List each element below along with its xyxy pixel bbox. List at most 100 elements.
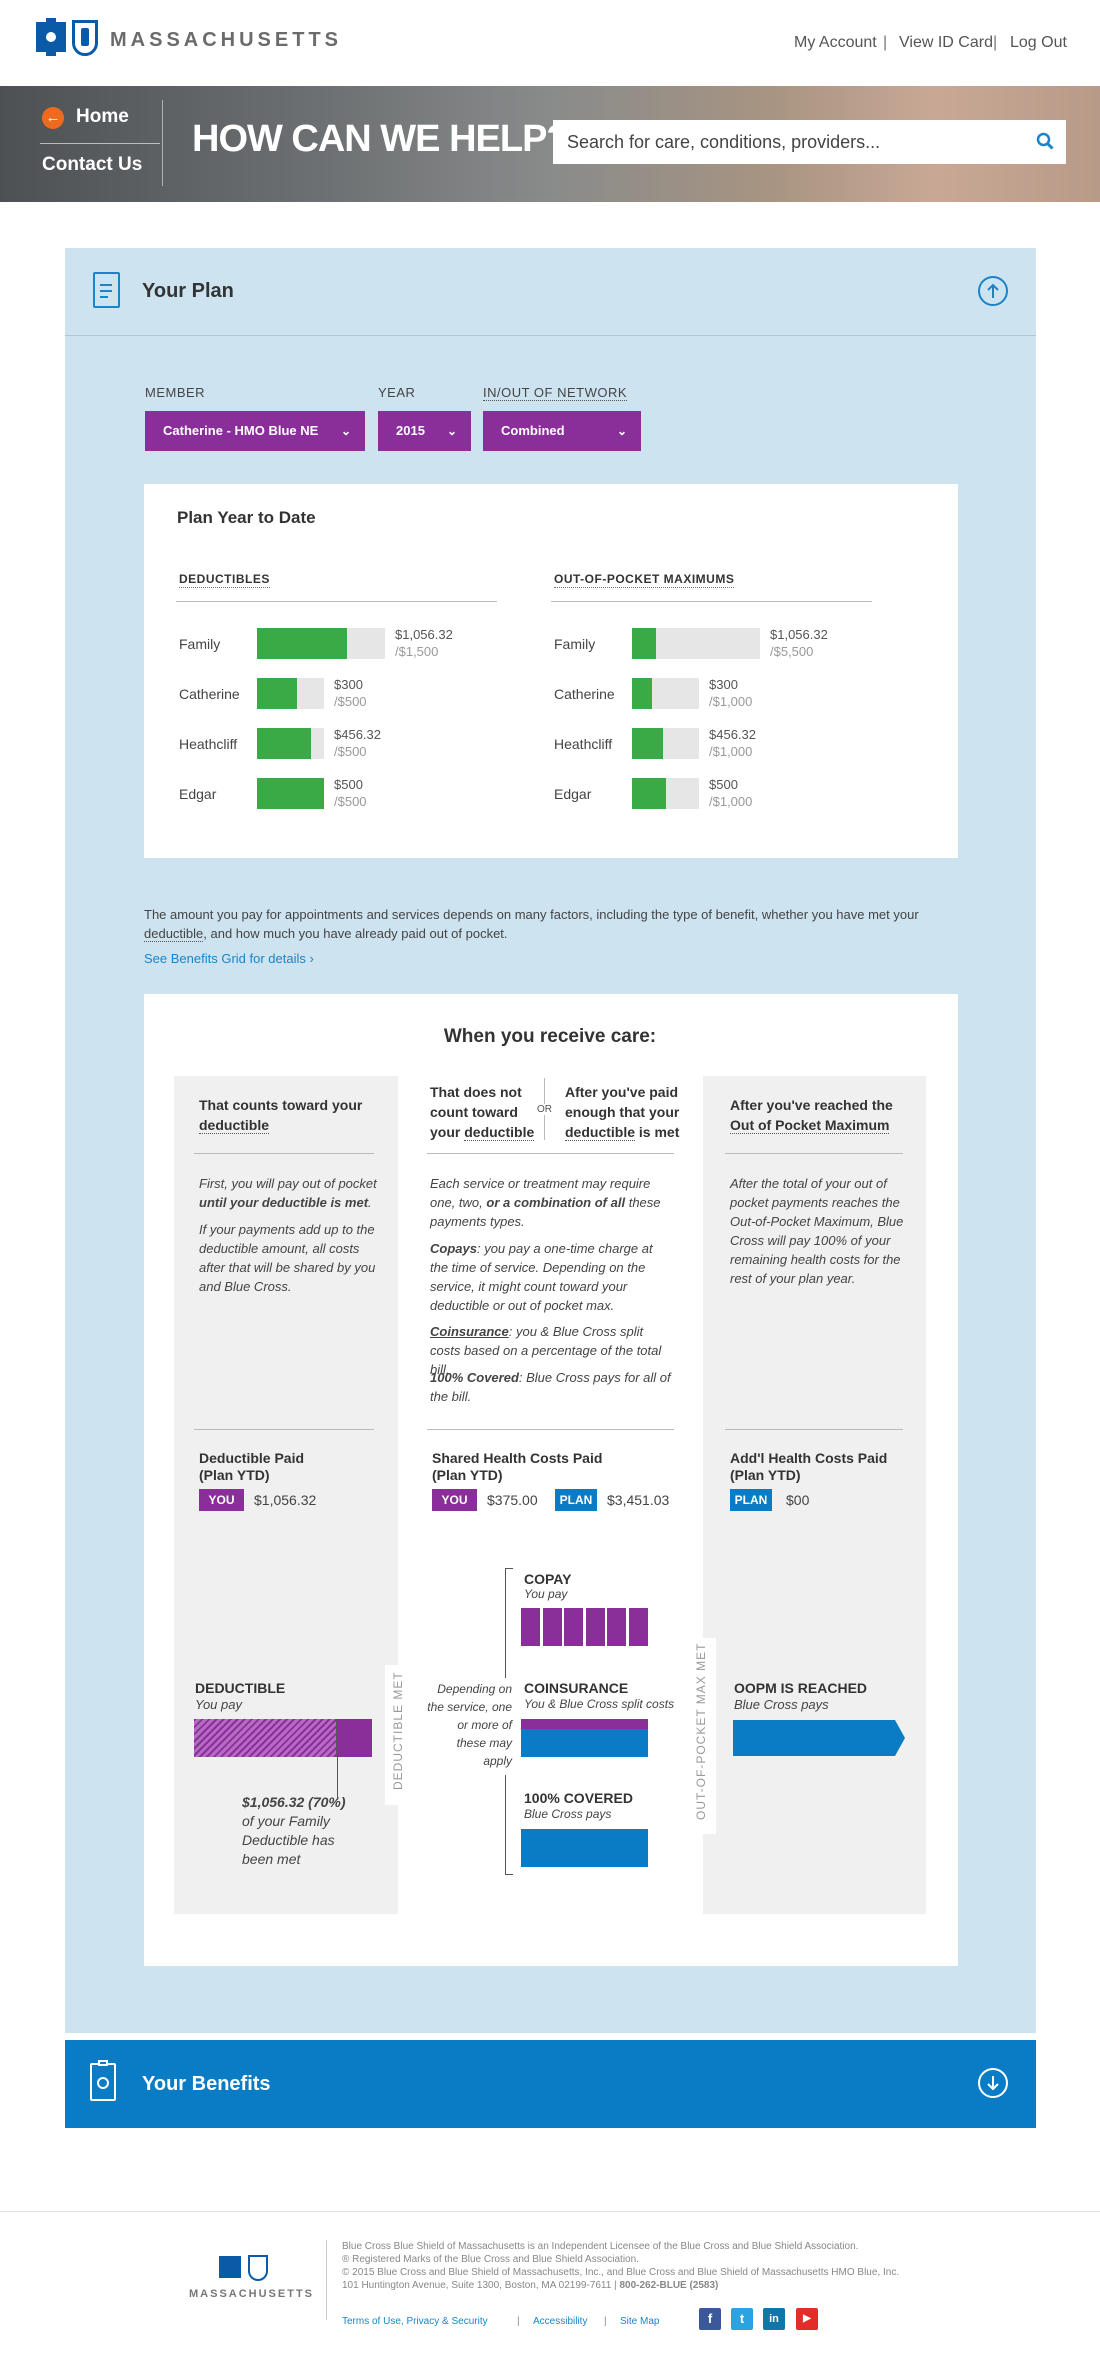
shared-costs-title: Shared Health Costs Paid (Plan YTD) bbox=[432, 1450, 602, 1484]
oopm-title: OOPM IS REACHED bbox=[734, 1680, 868, 1696]
copay-bars bbox=[521, 1608, 648, 1646]
footer-phone[interactable]: 800-262-BLUE (2583) bbox=[619, 2280, 718, 2291]
deductible-term[interactable]: deductible bbox=[565, 1124, 636, 1141]
covered-sub: Blue Cross pays bbox=[524, 1807, 612, 1821]
addl-costs-title-2: (Plan YTD) bbox=[730, 1467, 801, 1483]
member-select[interactable]: Catherine - HMO Blue NE ⌄ bbox=[145, 411, 365, 451]
deductible-amount-limit: /$1,500 bbox=[395, 644, 439, 659]
oop-progress-fill bbox=[632, 728, 663, 759]
link-separator: | bbox=[883, 34, 888, 51]
youtube-icon[interactable]: ▶ bbox=[796, 2308, 818, 2330]
footer-divider bbox=[0, 2211, 1100, 2212]
deductible-paid-title: Deductible Paid (Plan YTD) bbox=[199, 1450, 304, 1484]
linkedin-icon[interactable]: in bbox=[763, 2308, 785, 2330]
blue-shield-logo-icon[interactable] bbox=[72, 20, 98, 56]
deductible-amount-limit: /$500 bbox=[334, 694, 367, 709]
search-box[interactable] bbox=[553, 120, 1066, 164]
deductibles-title: DEDUCTIBLES bbox=[179, 572, 270, 588]
footer-address: 101 Huntington Avenue, Suite 1300, Bosto… bbox=[342, 2280, 617, 2291]
deductible-amount-paid: $1,056.32 bbox=[395, 627, 453, 642]
depending-note: Depending on the service, one or more of… bbox=[420, 1680, 512, 1770]
oop-max-term[interactable]: Out of Pocket Maximum bbox=[730, 1117, 890, 1134]
col2-divider bbox=[427, 1153, 674, 1154]
collapse-up-icon[interactable] bbox=[978, 276, 1008, 306]
col1-text-1a: First, you will pay out of pocket bbox=[199, 1176, 377, 1191]
plan-badge: PLAN bbox=[555, 1489, 597, 1511]
footer-link-separator: | bbox=[604, 2316, 607, 2327]
deductible-term[interactable]: deductible bbox=[464, 1124, 535, 1141]
oop-amount-paid: $500 bbox=[709, 777, 738, 792]
blue-cross-logo-icon[interactable] bbox=[36, 18, 66, 56]
network-label: IN/OUT OF NETWORK bbox=[483, 385, 628, 401]
depending-3: or more of bbox=[457, 1718, 512, 1732]
deductible-bar-fill bbox=[194, 1719, 336, 1757]
footer-shield-logo-icon bbox=[248, 2255, 268, 2281]
oop-row-name: Family bbox=[554, 636, 596, 652]
col1-heading: That counts toward your deductible bbox=[199, 1095, 379, 1135]
oop-progress-fill bbox=[632, 628, 656, 659]
deductible-amount-paid: $456.32 bbox=[334, 727, 381, 742]
col2-heading-a1: That does not bbox=[430, 1084, 522, 1100]
chevron-down-icon: ⌄ bbox=[446, 424, 457, 438]
deductible-progress-bar bbox=[257, 678, 324, 709]
deductible-progress-fill bbox=[257, 778, 324, 809]
search-icon[interactable] bbox=[1036, 132, 1054, 150]
col2-heading-b: After you've paid enough that your deduc… bbox=[565, 1082, 685, 1142]
year-select[interactable]: 2015 ⌄ bbox=[378, 411, 471, 451]
description-text-rest: , and how much you have already paid out… bbox=[203, 926, 508, 941]
deductible-diagram-title: DEDUCTIBLE bbox=[195, 1680, 286, 1696]
footer-link-separator: | bbox=[517, 2316, 520, 2327]
benefits-grid-link[interactable]: See Benefits Grid for details › bbox=[144, 951, 314, 966]
copay-sub: You pay bbox=[524, 1587, 568, 1601]
log-out-link[interactable]: Log Out bbox=[1010, 34, 1067, 52]
contact-us-link[interactable]: Contact Us bbox=[42, 154, 142, 176]
accessibility-link[interactable]: Accessibility bbox=[533, 2316, 587, 2327]
my-account-link[interactable]: My Account bbox=[794, 34, 877, 52]
back-arrow-icon[interactable]: ← bbox=[42, 107, 64, 129]
deductible-diagram-sub: You pay bbox=[195, 1697, 242, 1712]
copay-segment bbox=[585, 1608, 605, 1646]
oopm-arrow bbox=[733, 1720, 905, 1756]
oop-amount: $1,056.32 /$5,500 bbox=[770, 626, 828, 660]
col2-heading-b4: is met bbox=[638, 1124, 680, 1140]
copay-segment bbox=[607, 1608, 627, 1646]
copay-segment bbox=[629, 1608, 648, 1646]
link-separator: | bbox=[993, 34, 998, 51]
depending-2: the service, one bbox=[427, 1700, 512, 1714]
hero-title: HOW CAN WE HELP? bbox=[192, 118, 570, 160]
col2-heading-a: That does not count toward your deductib… bbox=[430, 1082, 540, 1142]
chevron-down-icon: ⌄ bbox=[616, 424, 627, 438]
search-input[interactable] bbox=[553, 120, 1013, 164]
bracket-top bbox=[505, 1568, 506, 1678]
copays-label: Copays bbox=[430, 1241, 477, 1256]
facebook-icon[interactable]: f bbox=[699, 2308, 721, 2330]
view-id-card-link[interactable]: View ID Card bbox=[899, 34, 993, 52]
home-link[interactable]: Home bbox=[76, 106, 129, 128]
oop-amount-limit: /$1,000 bbox=[709, 794, 753, 809]
oop-progress-fill bbox=[632, 778, 666, 809]
col3-text: After the total of your out of pocket pa… bbox=[730, 1176, 904, 1286]
your-plan-title[interactable]: Your Plan bbox=[142, 280, 234, 303]
addl-costs-title-1: Add'l Health Costs Paid bbox=[730, 1450, 888, 1466]
deductible-marker bbox=[336, 1719, 337, 1757]
brand-name[interactable]: MASSACHUSETTS bbox=[110, 29, 342, 52]
addl-plan-value: $00 bbox=[786, 1492, 810, 1508]
col1-text-1b: until your deductible is met bbox=[199, 1195, 369, 1210]
footer-brand: MASSACHUSETTS bbox=[189, 2288, 315, 2300]
deductible-term[interactable]: deductible bbox=[144, 926, 204, 942]
terms-link[interactable]: Terms of Use, Privacy & Security bbox=[342, 2316, 488, 2327]
description-text: The amount you pay for appointments and … bbox=[144, 907, 919, 922]
deductible-term[interactable]: deductible bbox=[199, 1117, 270, 1134]
coinsurance-label[interactable]: Coinsurance bbox=[430, 1324, 509, 1339]
depending-1: Depending on bbox=[437, 1682, 512, 1696]
deductible-amount-limit: /$500 bbox=[334, 744, 367, 759]
footer-cross-logo-icon bbox=[219, 2256, 241, 2278]
site-map-link[interactable]: Site Map bbox=[620, 2316, 659, 2327]
twitter-icon[interactable]: t bbox=[731, 2308, 753, 2330]
your-benefits-title[interactable]: Your Benefits bbox=[142, 2073, 271, 2096]
deductible-progress-fill bbox=[257, 678, 297, 709]
oop-progress-bar bbox=[632, 778, 699, 809]
network-select[interactable]: Combined ⌄ bbox=[483, 411, 641, 451]
expand-down-icon[interactable] bbox=[978, 2068, 1008, 2098]
deductible-met-note: $1,056.32 (70%) of your Family Deductibl… bbox=[242, 1793, 372, 1869]
